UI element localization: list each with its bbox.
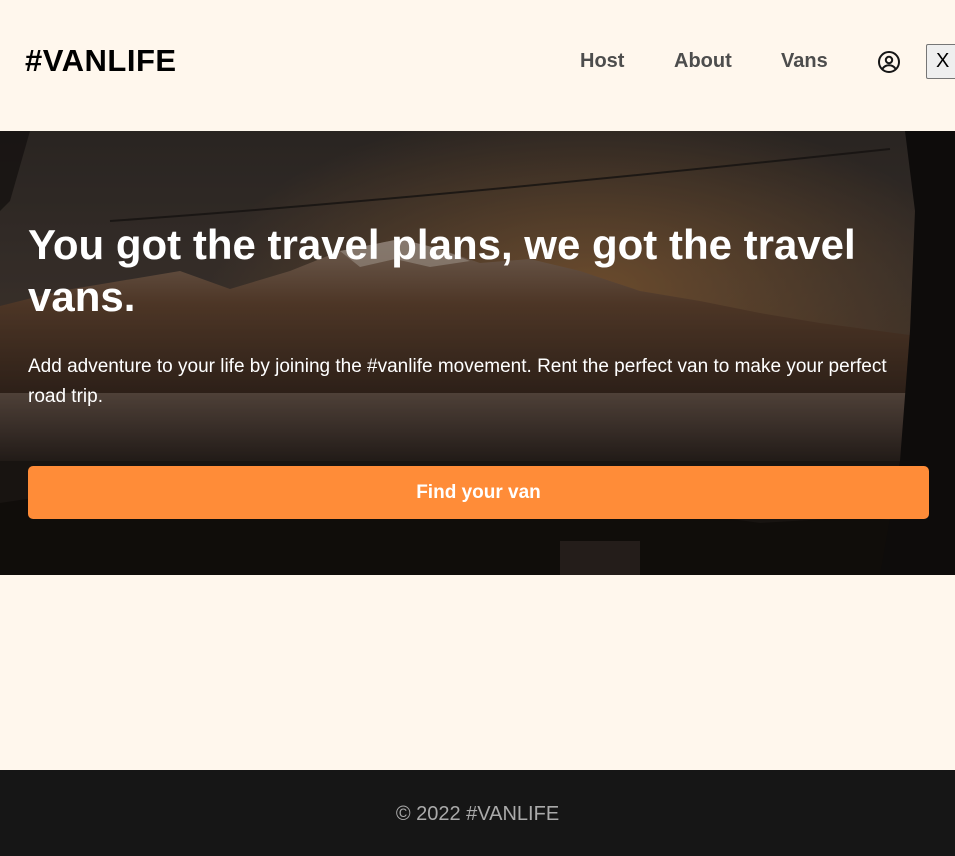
site-footer: © 2022 #VANLIFE <box>0 770 955 856</box>
hero-description: Add adventure to your life by joining th… <box>28 356 887 407</box>
page: #VANLIFE Host About Vans X You got the t… <box>0 0 955 856</box>
hero-section: You got the travel plans, we got the tra… <box>0 131 955 575</box>
find-your-van-button[interactable]: Find your van <box>28 466 929 519</box>
user-circle-icon[interactable] <box>877 50 901 74</box>
nav-link-vans[interactable]: Vans <box>781 50 828 73</box>
hero-title: You got the travel plans, we got the tra… <box>28 221 856 320</box>
site-header: #VANLIFE Host About Vans X <box>0 0 955 131</box>
nav-link-about[interactable]: About <box>674 50 732 73</box>
nav-link-host[interactable]: Host <box>580 50 624 73</box>
footer-copyright: © 2022 #VANLIFE <box>395 803 560 825</box>
site-logo[interactable]: #VANLIFE <box>25 43 177 79</box>
close-button[interactable]: X <box>926 44 955 79</box>
